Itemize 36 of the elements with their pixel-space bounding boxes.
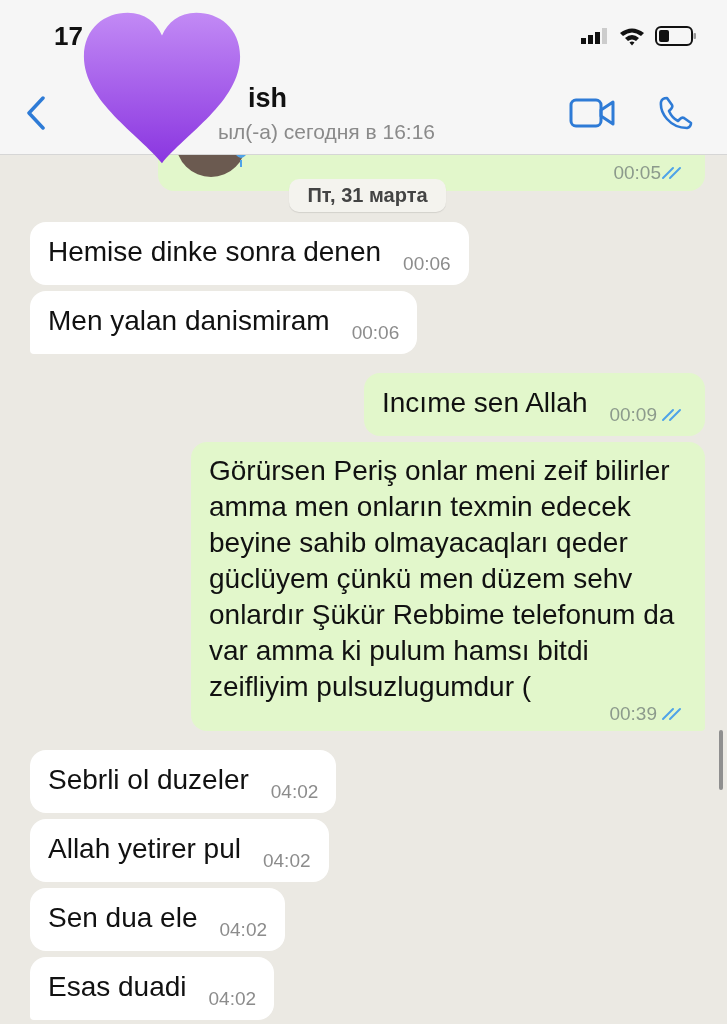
message-bubble[interactable]	[191, 442, 705, 731]
back-chevron-icon	[26, 96, 46, 130]
message-bubble[interactable]: Sebrli ol duzeler 04:02	[30, 750, 337, 813]
status-time: 17	[54, 20, 83, 52]
battery-icon	[655, 26, 697, 46]
wifi-icon	[619, 26, 645, 46]
message-time: 00:06	[403, 252, 451, 276]
message-time: 00:06	[351, 321, 400, 345]
message-bubble[interactable]: Hemise dinke sonra denen 00:06	[30, 222, 469, 285]
message-time: 00:05	[613, 162, 661, 184]
message-bubble[interactable]: Incıme sen Allah 00:09	[364, 373, 705, 436]
message-text: Görürsen Periş onlar meni zeif bilirler amma men onların texmin edecek beyine sahib olmayacaqları qeder güclüyem çünkü men düzem sehv onlardır Şükür Rebbime telefonum da var amma ki pulum hamsı bitdi zeifliyim pulsuzlugumdur (	[209, 454, 676, 704]
message-time: 04:02	[263, 849, 311, 873]
message-text: Allah yetirer pul	[48, 833, 241, 864]
message-text: Esas duadi	[48, 971, 187, 1002]
last-seen-text: ыл(-а) сегодня в 16:16	[218, 119, 436, 144]
message-time: 04:02	[270, 780, 319, 804]
message-text: Hemise dinke sonra denen	[48, 236, 382, 267]
message-bubble[interactable]: Esas duadi 04:02	[30, 957, 275, 1020]
message-text: Men yalan danismiram	[48, 305, 330, 336]
date-label: Пт, 31 марта	[289, 179, 446, 212]
signal-icon	[581, 28, 609, 44]
message-time: 00:09	[609, 403, 657, 427]
message-bubble[interactable]: Men yalan danismiram 00:06	[30, 291, 418, 354]
message-time: 04:02	[219, 918, 267, 942]
message-time: 00:39	[609, 703, 657, 725]
scroll-bar	[719, 730, 723, 790]
message-bubble[interactable]: Sen dua ele 04:02	[30, 888, 285, 951]
message-bubble[interactable]: Allah yetirer pul 04:02	[30, 819, 329, 882]
contact-name[interactable]: ish	[248, 82, 287, 114]
message-text: Sebrli ol duzeler	[48, 764, 249, 795]
message-text: Incıme sen Allah	[382, 387, 588, 418]
message-text: Sen dua ele	[48, 902, 198, 933]
message-time: 04:02	[208, 987, 257, 1011]
phone-icon	[659, 96, 693, 130]
video-camera-icon	[569, 98, 615, 128]
